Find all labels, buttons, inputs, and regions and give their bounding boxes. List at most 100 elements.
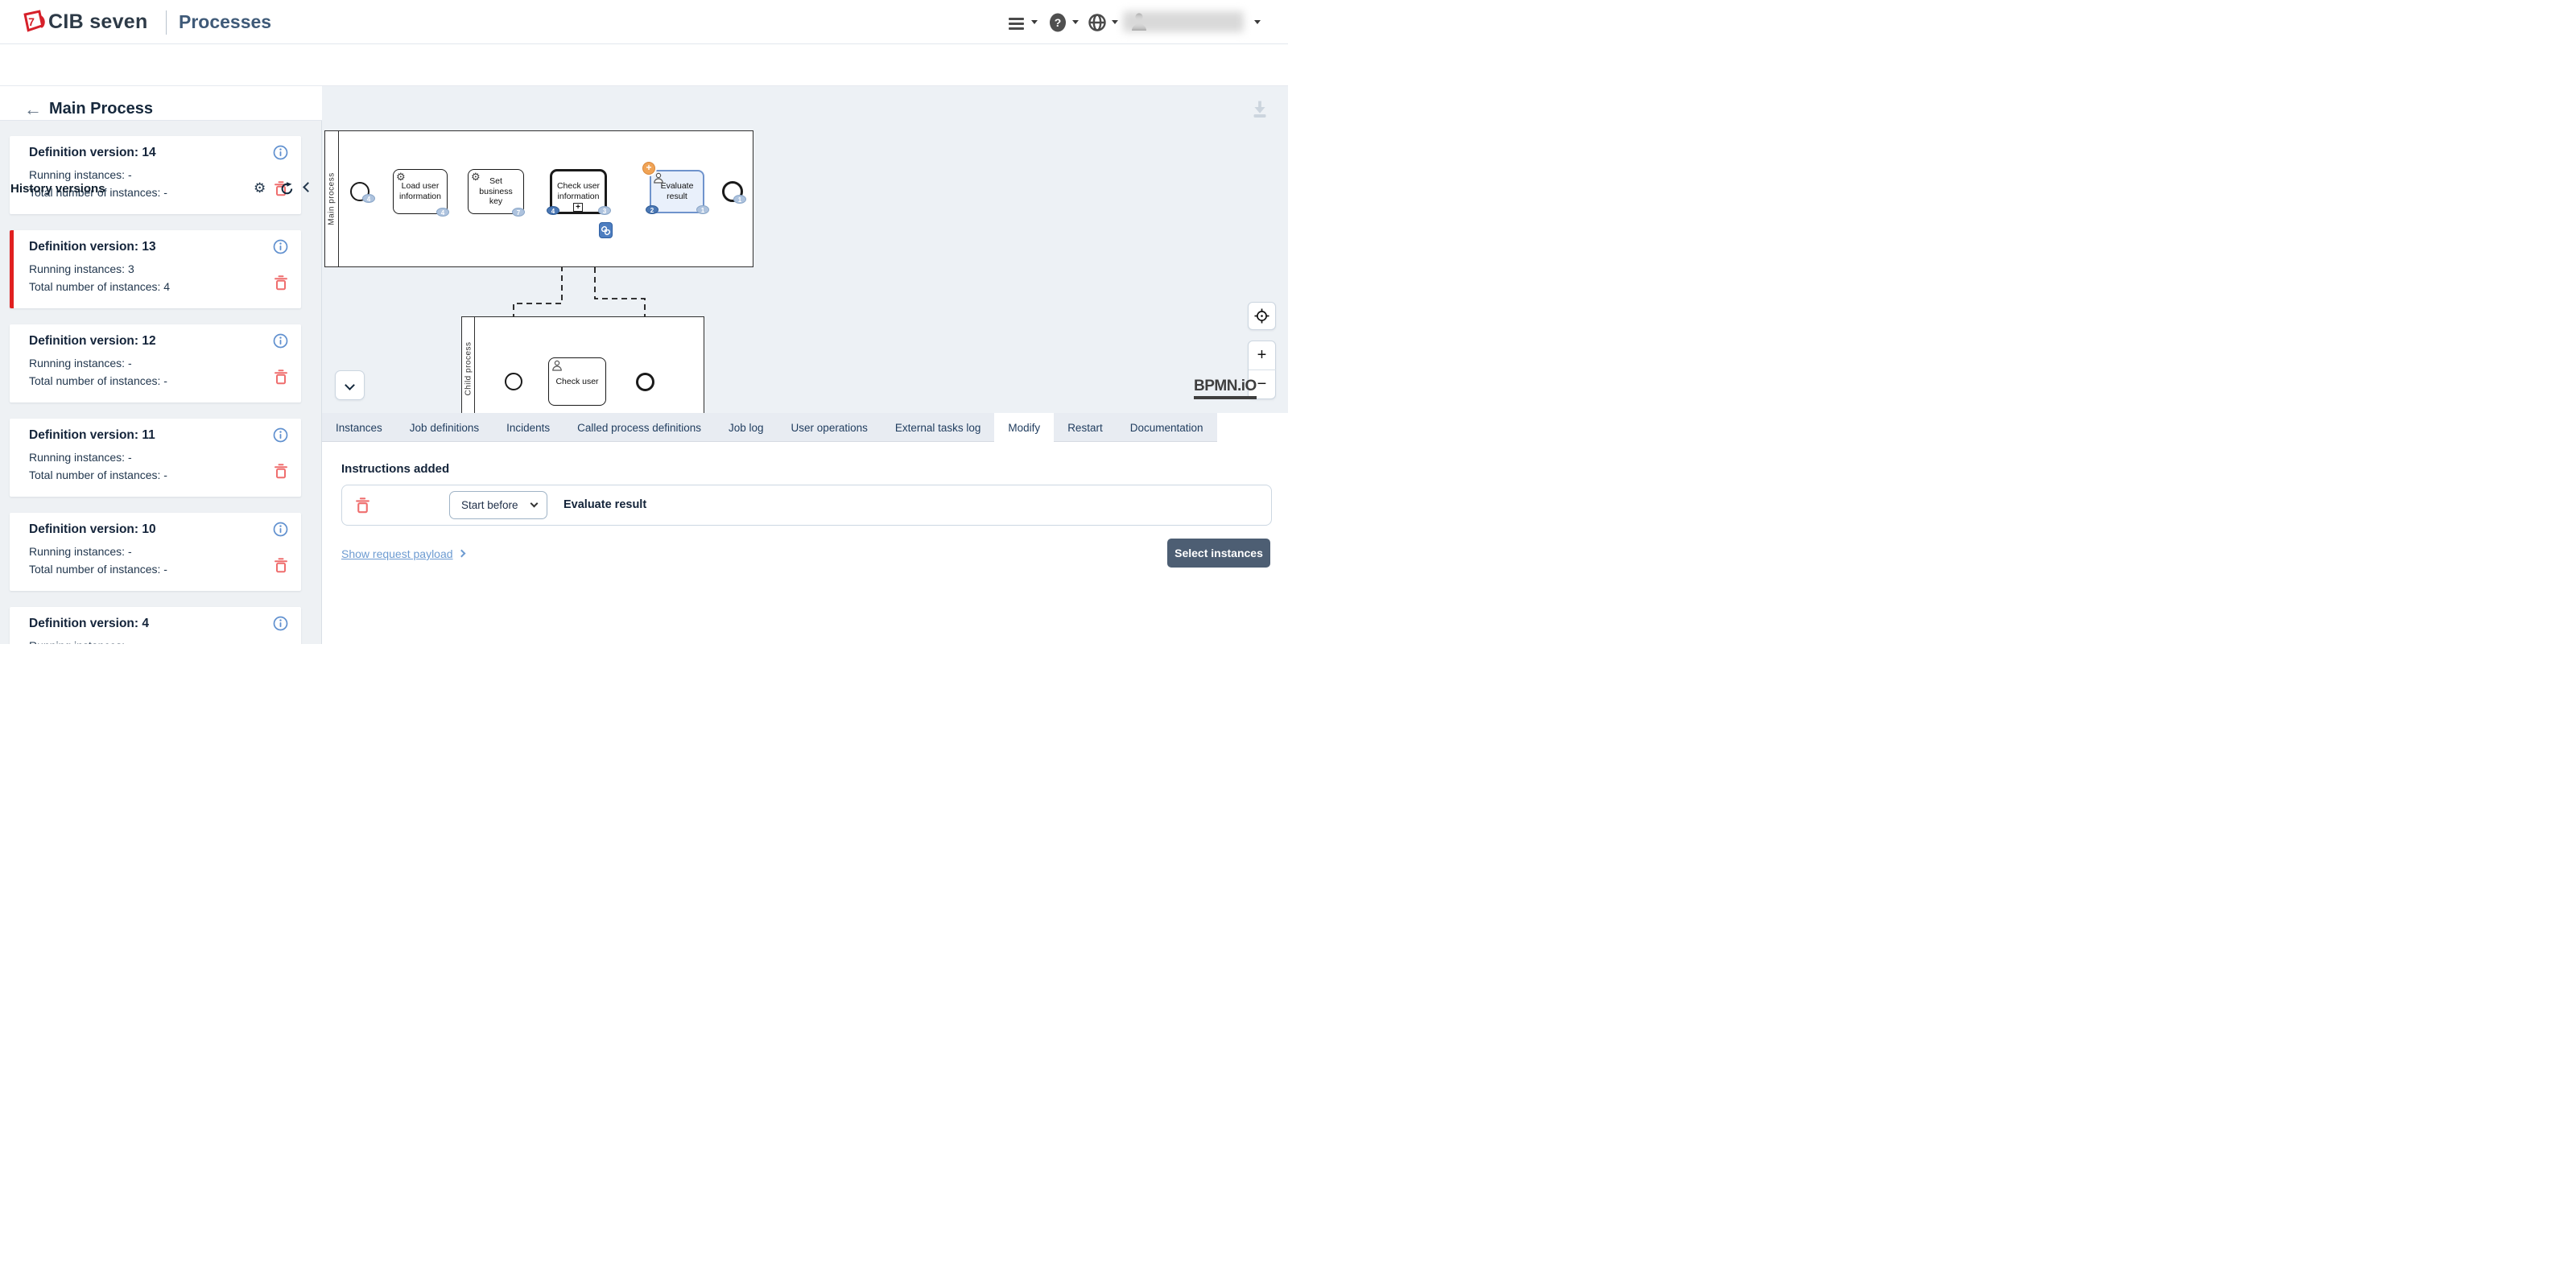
user-task-person-icon <box>551 360 563 371</box>
total-instances: Total number of instances: - <box>29 563 167 576</box>
task-badge: 1 <box>696 205 709 214</box>
download-icon[interactable] <box>1252 101 1268 118</box>
tab-restart[interactable]: Restart <box>1054 413 1117 442</box>
user-task-person-icon <box>653 172 664 184</box>
info-icon[interactable] <box>273 522 288 537</box>
running-instances: Running instances: - <box>29 639 132 644</box>
instruction-type-value: Start before <box>461 499 518 511</box>
tab-documentation[interactable]: Documentation <box>1117 413 1217 442</box>
tab-user-operations[interactable]: User operations <box>778 413 881 442</box>
tab-modify[interactable]: Modify <box>994 413 1054 442</box>
link-overlay-icon[interactable] <box>599 222 613 238</box>
back-button[interactable]: ← <box>24 98 42 121</box>
task-badge: 4 <box>547 206 559 215</box>
subprocess-plus-marker[interactable]: + <box>573 203 583 212</box>
task-badge: 2 <box>646 205 658 214</box>
child-start-event[interactable] <box>505 373 522 390</box>
brand-name: CIB seven <box>48 10 148 34</box>
version-title: Definition version: 14 <box>29 146 156 160</box>
running-instances: Running instances: - <box>29 545 132 558</box>
task-badge: 3 <box>598 206 611 215</box>
tab-external-tasks-log[interactable]: External tasks log <box>881 413 995 442</box>
globe-icon[interactable] <box>1088 13 1107 32</box>
show-request-payload-link[interactable]: Show request payload <box>341 547 453 560</box>
user-name-redacted[interactable] <box>1123 11 1244 32</box>
info-icon[interactable] <box>273 427 288 443</box>
bpmn-io-logo[interactable]: BPMN.iO <box>1194 378 1257 399</box>
version-title: Definition version: 10 <box>29 522 156 537</box>
delete-version-icon[interactable] <box>275 464 287 479</box>
expand-panel-button[interactable] <box>335 370 365 400</box>
version-card[interactable]: Definition version: 12 Running instances… <box>10 324 301 402</box>
info-icon[interactable] <box>273 333 288 349</box>
running-instances: Running instances: - <box>29 168 132 181</box>
menu-icon[interactable] <box>1009 15 1024 32</box>
info-icon[interactable] <box>273 145 288 160</box>
start-event-badge: 4 <box>362 194 375 203</box>
child-pool-label: Child process <box>464 341 473 395</box>
main-pool-lane-strip: Main process <box>325 131 339 266</box>
service-task-gear-icon: ⚙ <box>396 171 406 182</box>
page-title: Main Process <box>49 100 153 118</box>
running-instances: Running instances: - <box>29 357 132 369</box>
tab-job-definitions[interactable]: Job definitions <box>396 413 493 442</box>
child-pool-lane-strip: Child process <box>462 317 475 413</box>
page-header: ← Main Process <box>0 44 1288 86</box>
version-card[interactable]: Definition version: 4 Running instances:… <box>10 607 301 644</box>
version-card-selected[interactable]: Definition version: 13 Running instances… <box>10 230 301 308</box>
help-icon[interactable]: ? <box>1047 11 1068 34</box>
globe-caret-icon[interactable] <box>1112 20 1118 24</box>
total-instances: Total number of instances: 4 <box>29 280 170 293</box>
gear-icon[interactable]: ⚙ <box>254 180 266 196</box>
section-title: Processes <box>179 11 271 33</box>
move-instruction-up-icon[interactable] <box>385 502 395 512</box>
menu-caret-icon[interactable] <box>1031 20 1038 24</box>
version-title: Definition version: 11 <box>29 428 155 443</box>
tab-job-log[interactable]: Job log <box>715 413 778 442</box>
tab-incidents[interactable]: Incidents <box>493 413 564 442</box>
delete-version-icon[interactable] <box>275 275 287 291</box>
version-card[interactable]: Definition version: 11 Running instances… <box>10 419 301 497</box>
version-title: Definition version: 4 <box>29 617 149 631</box>
reset-viewport-button[interactable] <box>1248 302 1276 330</box>
version-card[interactable]: Definition version: 14 Running instances… <box>10 136 301 214</box>
svg-text:7: 7 <box>28 15 35 28</box>
version-title: Definition version: 12 <box>29 334 156 349</box>
brand-divider <box>166 10 167 35</box>
end-event-badge: 1 <box>733 195 746 204</box>
history-versions-list: Definition version: 14 Running instances… <box>0 121 322 644</box>
instructions-added-heading: Instructions added <box>341 462 449 476</box>
move-instruction-down-icon[interactable] <box>411 498 422 509</box>
delete-instruction-icon[interactable] <box>356 497 369 514</box>
zoom-in-button[interactable]: + <box>1249 341 1276 370</box>
task-badge: 7 <box>512 208 525 217</box>
tab-instances[interactable]: Instances <box>322 413 396 442</box>
app-window: 7 CIB seven Processes ? ← Main P <box>0 0 1288 644</box>
refresh-icon[interactable] <box>280 182 294 196</box>
info-icon[interactable] <box>273 616 288 631</box>
main-pool-label: Main process <box>328 172 336 225</box>
help-caret-icon[interactable] <box>1072 20 1079 24</box>
total-instances: Total number of instances: - <box>29 469 167 481</box>
payload-link-chevron-icon <box>458 550 466 558</box>
instruction-activity-name: Evaluate result <box>564 498 646 511</box>
total-instances: Total number of instances: - <box>29 374 167 387</box>
info-icon[interactable] <box>273 239 288 254</box>
version-card[interactable]: Definition version: 10 Running instances… <box>10 513 301 591</box>
history-versions-title: History versions <box>10 182 105 196</box>
detail-tabs: Instances Job definitions Incidents Call… <box>322 413 1217 442</box>
instruction-type-select[interactable]: Start before <box>449 491 547 519</box>
history-versions-header: History versions ⚙ <box>0 86 322 121</box>
tab-called-process-definitions[interactable]: Called process definitions <box>564 413 715 442</box>
child-end-event[interactable] <box>636 373 654 391</box>
user-menu-caret-icon[interactable] <box>1254 20 1261 24</box>
instruction-added-badge[interactable]: + <box>642 162 655 175</box>
top-header: 7 CIB seven Processes ? <box>0 0 1288 44</box>
delete-version-icon[interactable] <box>275 369 287 385</box>
bpmn-diagram-canvas[interactable]: Main process 4 Load user information ⚙ 4… <box>322 86 1288 413</box>
running-instances: Running instances: 3 <box>29 262 134 275</box>
cib-logo-icon: 7 <box>19 9 47 36</box>
select-instances-button[interactable]: Select instances <box>1167 539 1270 568</box>
version-title: Definition version: 13 <box>29 240 156 254</box>
delete-version-icon[interactable] <box>275 558 287 573</box>
